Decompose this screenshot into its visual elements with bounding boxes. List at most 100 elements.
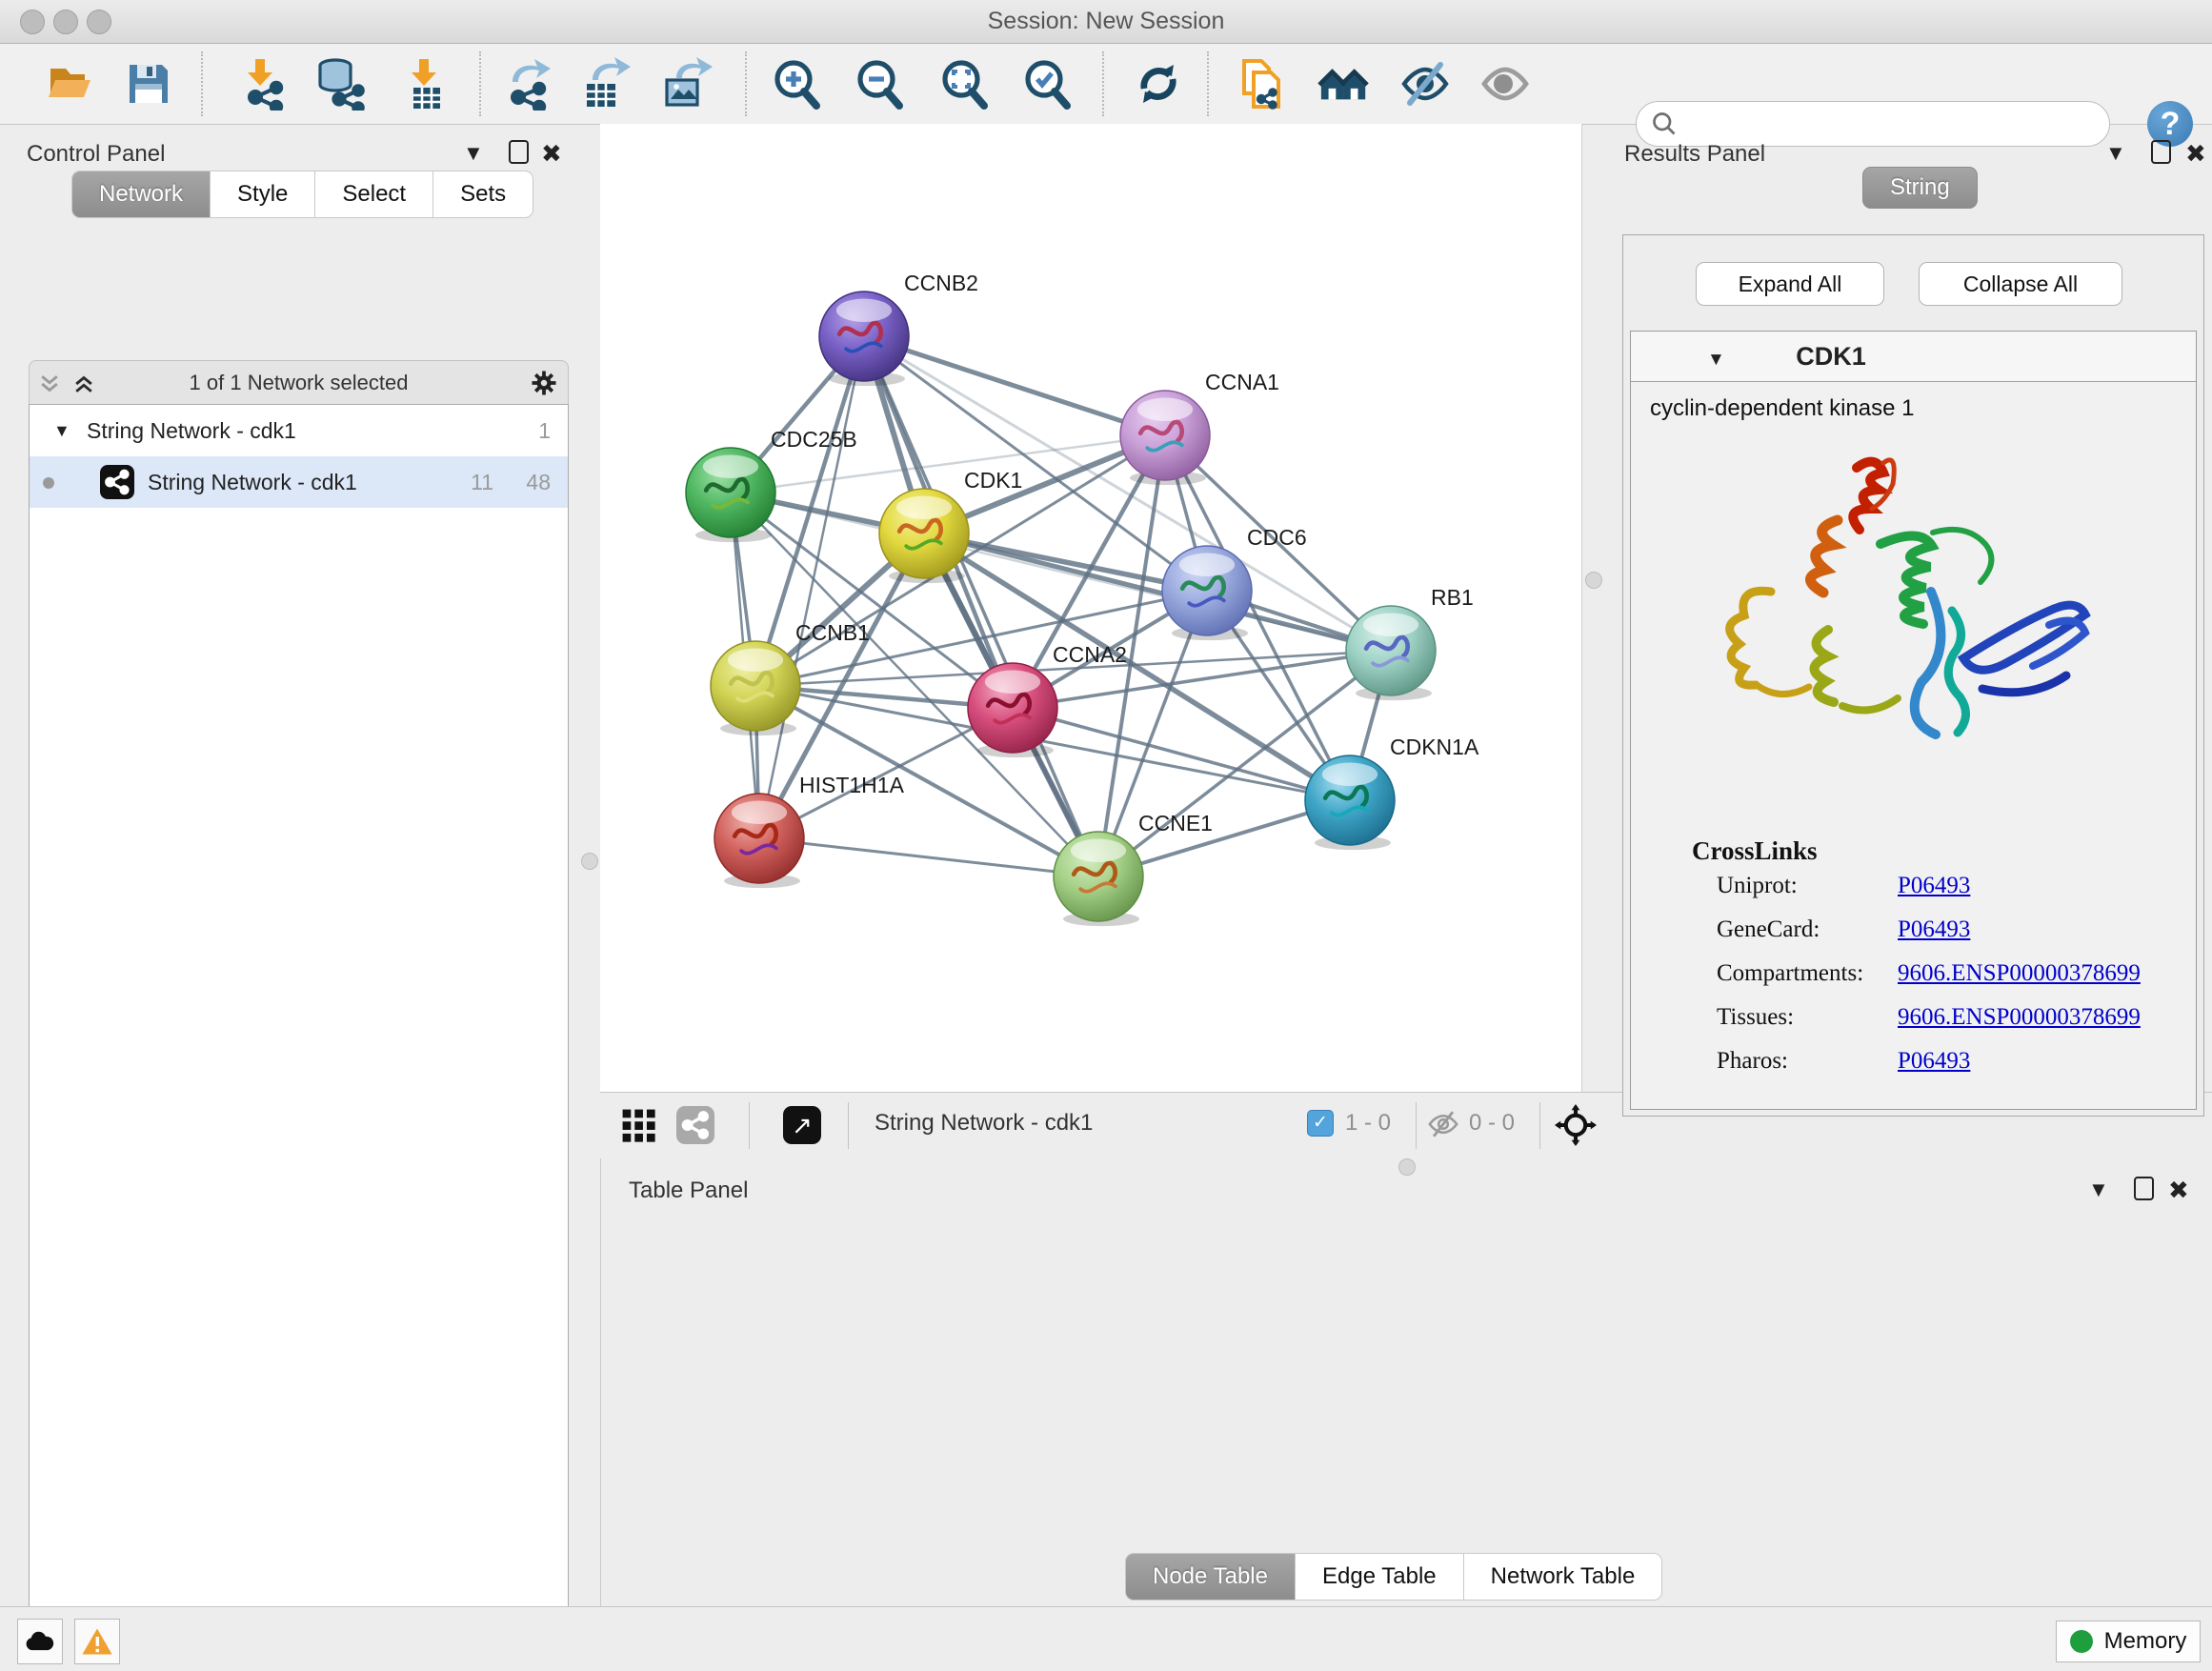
node-label-CDC25B: CDC25B bbox=[771, 427, 857, 452]
results-panel-title: Results Panel bbox=[1624, 141, 1765, 168]
divider bbox=[749, 1102, 750, 1149]
collection-expander-icon[interactable]: ▼ bbox=[53, 405, 70, 456]
string-results-box: Expand All Collapse All ▼ CDK1 cyclin-de… bbox=[1622, 234, 2204, 1117]
network-row-selected[interactable]: String Network - cdk1 11 48 bbox=[30, 456, 568, 508]
tab-edge-table[interactable]: Edge Table bbox=[1296, 1553, 1464, 1601]
node-label-CCNE1: CCNE1 bbox=[1138, 811, 1213, 836]
export-network-icon[interactable] bbox=[503, 57, 556, 111]
node-CDKN1A[interactable]: CDKN1A bbox=[1305, 735, 1479, 850]
node-label-RB1: RB1 bbox=[1431, 585, 1474, 610]
node-CDK1[interactable]: CDK1 bbox=[879, 468, 1022, 583]
birds-eye-view-icon[interactable]: ↗ bbox=[783, 1106, 821, 1144]
crosslink-value-link[interactable]: P06493 bbox=[1898, 916, 1970, 943]
network-view-title: String Network - cdk1 bbox=[875, 1110, 1093, 1137]
expand-all-button[interactable]: Expand All bbox=[1696, 262, 1884, 306]
node-CCNB2[interactable]: CCNB2 bbox=[819, 271, 978, 386]
grid-view-icon[interactable] bbox=[621, 1108, 657, 1144]
status-bar: Memory bbox=[0, 1606, 2212, 1671]
crosslink-row: Tissues:9606.ENSP00000378699 bbox=[1717, 1004, 2174, 1031]
tab-network[interactable]: Network bbox=[71, 171, 211, 218]
collapse-all-button[interactable]: Collapse All bbox=[1919, 262, 2122, 306]
title-bar: Session: New Session bbox=[0, 0, 2212, 44]
gene-section-header[interactable]: ▼ CDK1 bbox=[1631, 332, 2196, 382]
results-panel-float-icon[interactable] bbox=[2151, 140, 2171, 164]
hidden-eye-icon bbox=[1427, 1110, 1459, 1138]
divider bbox=[848, 1102, 849, 1149]
table-panel-float-menu-icon[interactable]: ▼ bbox=[2088, 1178, 2109, 1202]
crosslink-value-link[interactable]: 9606.ENSP00000378699 bbox=[1898, 960, 2141, 987]
cloud-icon bbox=[24, 1629, 56, 1654]
right-splitter-handle[interactable] bbox=[1585, 572, 1602, 589]
selected-checkbox-icon[interactable]: ✓ bbox=[1307, 1110, 1334, 1137]
string-network-icon bbox=[100, 465, 134, 499]
import-network-icon[interactable] bbox=[236, 57, 290, 111]
crosslink-label: Tissues: bbox=[1717, 1004, 1898, 1031]
gene-name: CDK1 bbox=[1796, 342, 1866, 371]
crosslink-value-link[interactable]: P06493 bbox=[1898, 873, 1970, 899]
gene-description: cyclin-dependent kinase 1 bbox=[1631, 382, 2196, 422]
network-graph[interactable]: CCNB2CCNA1CDC25BCDK1CDC6RB1CCNB1CCNA2CDK… bbox=[600, 124, 1581, 1092]
tab-select[interactable]: Select bbox=[315, 171, 433, 218]
node-RB1[interactable]: RB1 bbox=[1346, 585, 1474, 700]
network-options-gear-icon[interactable] bbox=[530, 369, 558, 397]
duplicate-network-icon[interactable] bbox=[1235, 57, 1288, 111]
edge-CCNB2-HIST1H1A[interactable] bbox=[759, 336, 864, 838]
control-panel-float-icon[interactable] bbox=[509, 140, 529, 164]
network-edge-count: 48 bbox=[526, 456, 551, 508]
cloud-button[interactable] bbox=[17, 1619, 63, 1664]
tab-style[interactable]: Style bbox=[211, 171, 315, 218]
control-panel-float-menu-icon[interactable]: ▼ bbox=[463, 141, 484, 166]
tab-node-table[interactable]: Node Table bbox=[1125, 1553, 1296, 1601]
edge-HIST1H1A-CCNE1[interactable] bbox=[759, 838, 1098, 876]
crosslink-value-link[interactable]: 9606.ENSP00000378699 bbox=[1898, 1004, 2141, 1031]
zoom-fit-icon[interactable] bbox=[937, 57, 991, 111]
toolbar-separator bbox=[201, 51, 203, 116]
import-network-database-icon[interactable] bbox=[314, 57, 368, 111]
tab-network-table[interactable]: Network Table bbox=[1464, 1553, 1663, 1601]
network-collection-row[interactable]: ▼ String Network - cdk1 1 bbox=[30, 405, 568, 456]
crosslink-value-link[interactable]: P06493 bbox=[1898, 1048, 1970, 1075]
section-expander-icon[interactable]: ▼ bbox=[1707, 350, 1725, 370]
open-session-icon[interactable] bbox=[45, 57, 98, 111]
divider bbox=[1416, 1102, 1417, 1149]
export-table-icon[interactable] bbox=[579, 57, 633, 111]
left-splitter-handle[interactable] bbox=[581, 853, 598, 870]
level-of-detail-icon[interactable] bbox=[1478, 57, 1532, 111]
network-view-icon[interactable] bbox=[676, 1106, 714, 1144]
toolbar-separator bbox=[745, 51, 747, 116]
cytoscape-window: Session: New Session bbox=[0, 0, 2212, 1671]
save-session-icon[interactable] bbox=[122, 57, 175, 111]
node-label-HIST1H1A: HIST1H1A bbox=[799, 773, 905, 797]
tab-string[interactable]: String bbox=[1862, 167, 1978, 209]
zoom-selected-icon[interactable] bbox=[1020, 57, 1074, 111]
crosslink-label: Pharos: bbox=[1717, 1048, 1898, 1075]
import-table-icon[interactable] bbox=[400, 57, 453, 111]
node-HIST1H1A[interactable]: HIST1H1A bbox=[714, 773, 905, 888]
crosslink-label: GeneCard: bbox=[1717, 916, 1898, 943]
home-icon[interactable] bbox=[1317, 57, 1371, 111]
crosslink-row: Pharos:P06493 bbox=[1717, 1048, 2174, 1075]
table-panel-close-icon[interactable]: ✖ bbox=[2168, 1176, 2189, 1205]
control-panel-close-icon[interactable]: ✖ bbox=[541, 139, 562, 169]
main-toolbar: ? bbox=[0, 44, 2212, 125]
crosslinks-list: Uniprot:P06493GeneCard:P06493Compartment… bbox=[1717, 873, 2174, 1092]
node-label-CDK1: CDK1 bbox=[964, 468, 1022, 493]
edge-CCNB2-CCNA1[interactable] bbox=[864, 336, 1165, 435]
export-image-icon[interactable] bbox=[661, 57, 714, 111]
network-selection-bar: 1 of 1 Network selected bbox=[29, 360, 569, 406]
results-panel-float-menu-icon[interactable]: ▼ bbox=[2105, 141, 2126, 166]
results-panel-close-icon[interactable]: ✖ bbox=[2185, 139, 2206, 169]
table-panel-float-icon[interactable] bbox=[2134, 1177, 2154, 1200]
memory-status-dot bbox=[2070, 1630, 2093, 1653]
network-node-count: 11 bbox=[471, 456, 493, 508]
zoom-in-icon[interactable] bbox=[770, 57, 823, 111]
tab-sets[interactable]: Sets bbox=[433, 171, 533, 218]
zoom-out-icon[interactable] bbox=[853, 57, 906, 111]
warnings-button[interactable] bbox=[74, 1619, 120, 1664]
warning-icon bbox=[81, 1627, 113, 1656]
apply-layout-icon[interactable] bbox=[1132, 57, 1185, 111]
toolbar-separator bbox=[479, 51, 481, 116]
hide-graphics-details-icon[interactable] bbox=[1398, 57, 1452, 111]
network-canvas[interactable]: CCNB2CCNA1CDC25BCDK1CDC6RB1CCNB1CCNA2CDK… bbox=[600, 124, 1582, 1092]
memory-button[interactable]: Memory bbox=[2056, 1621, 2201, 1662]
